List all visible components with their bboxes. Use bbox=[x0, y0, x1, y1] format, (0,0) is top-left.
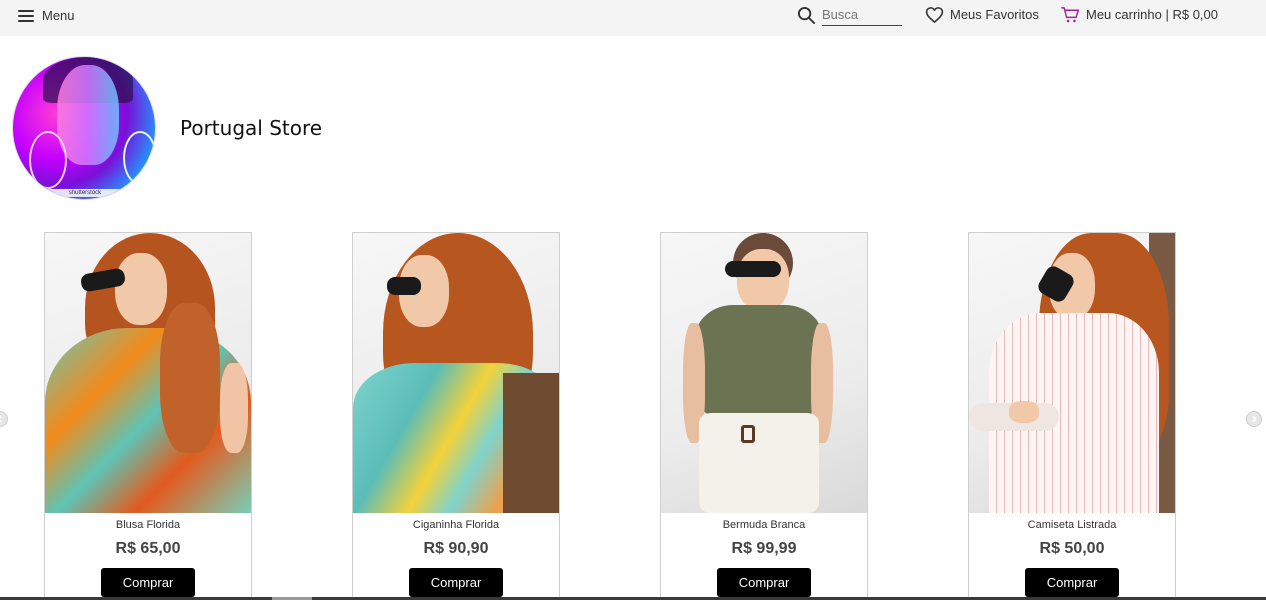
search-input[interactable] bbox=[822, 5, 902, 26]
cart-link[interactable]: Meu carrinho | R$ 0,00 bbox=[1061, 6, 1218, 24]
product-image[interactable] bbox=[969, 233, 1175, 513]
favorites-label: Meus Favoritos bbox=[950, 7, 1039, 22]
buy-button[interactable]: Comprar bbox=[1025, 568, 1119, 597]
product-image[interactable] bbox=[353, 233, 559, 513]
product-price: R$ 90,90 bbox=[423, 540, 489, 557]
cart-label: Meu carrinho | R$ 0,00 bbox=[1086, 7, 1218, 22]
store-name: Portugal Store bbox=[180, 116, 323, 140]
chevron-right-icon bbox=[1252, 415, 1257, 423]
product-image[interactable] bbox=[661, 233, 867, 513]
chevron-left-icon bbox=[0, 415, 2, 423]
product-name[interactable]: Bermuda Branca bbox=[661, 519, 867, 531]
search-icon[interactable] bbox=[797, 6, 816, 25]
buy-button[interactable]: Comprar bbox=[409, 568, 503, 597]
carousel-prev-button[interactable] bbox=[0, 411, 8, 427]
buy-button[interactable]: Comprar bbox=[717, 568, 811, 597]
cart-icon bbox=[1061, 7, 1080, 23]
product-name[interactable]: Camiseta Listrada bbox=[969, 519, 1175, 531]
product-price: R$ 65,00 bbox=[115, 540, 181, 557]
store-logo: shutterstock bbox=[12, 56, 156, 200]
product-card[interactable]: Bermuda Branca R$ 99,99 Comprar bbox=[660, 232, 868, 600]
product-name[interactable]: Ciganinha Florida bbox=[353, 519, 559, 531]
carousel-next-button[interactable] bbox=[1246, 411, 1262, 427]
hamburger-icon bbox=[18, 10, 34, 22]
menu-label: Menu bbox=[42, 8, 75, 23]
product-card[interactable]: Blusa Florida R$ 65,00 Comprar bbox=[44, 232, 252, 600]
product-price: R$ 50,00 bbox=[1039, 540, 1105, 557]
product-name[interactable]: Blusa Florida bbox=[45, 519, 251, 531]
favorites-link[interactable]: Meus Favoritos bbox=[925, 6, 1039, 24]
logo-watermark: shutterstock bbox=[13, 189, 155, 197]
menu-button[interactable]: Menu bbox=[18, 7, 75, 25]
product-price: R$ 99,99 bbox=[731, 540, 797, 557]
search-box bbox=[797, 5, 902, 26]
product-card[interactable]: Ciganinha Florida R$ 90,90 Comprar bbox=[352, 232, 560, 600]
product-card[interactable]: Camiseta Listrada R$ 50,00 Comprar bbox=[968, 232, 1176, 600]
product-image[interactable] bbox=[45, 233, 251, 513]
top-navigation-bar: Menu Meus Favoritos Meu carrinho | R$ 0,… bbox=[0, 0, 1266, 36]
heart-icon bbox=[925, 7, 944, 23]
buy-button[interactable]: Comprar bbox=[101, 568, 195, 597]
